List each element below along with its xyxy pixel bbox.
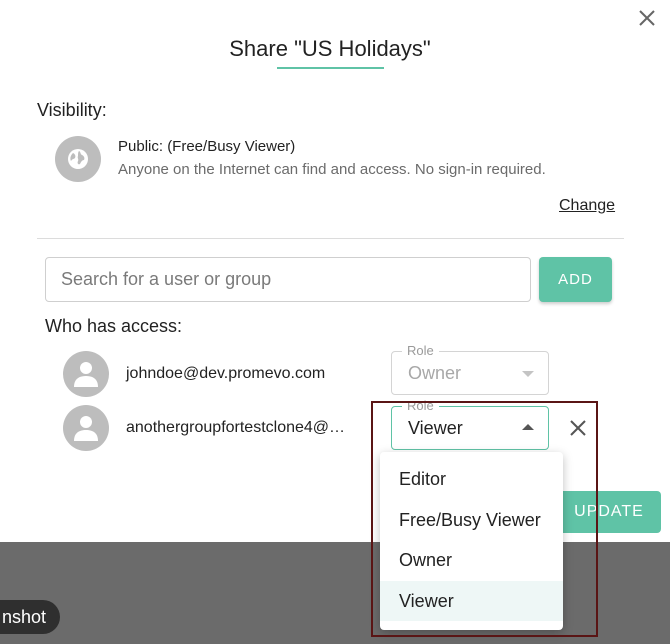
role-option-editor[interactable]: Editor [380, 459, 563, 500]
dialog-title: Share "US Holidays" [229, 36, 431, 61]
person-icon [74, 362, 98, 387]
close-icon[interactable] [636, 7, 658, 29]
visibility-title: Public: (Free/Busy Viewer) [118, 138, 296, 155]
role-option-viewer[interactable]: Viewer [380, 580, 563, 621]
avatar [63, 351, 109, 397]
role-option-owner[interactable]: Owner [380, 540, 563, 581]
page-backdrop [0, 542, 670, 644]
role-value: Owner [408, 363, 462, 383]
globe-icon [55, 136, 101, 182]
visibility-description: Anyone on the Internet can find and acce… [118, 161, 546, 178]
role-select[interactable]: Role Viewer [391, 398, 549, 450]
search-input[interactable] [45, 257, 531, 302]
role-field-label: Role [402, 343, 439, 358]
caret-down-icon [522, 371, 534, 377]
avatar [63, 405, 109, 451]
section-divider [37, 238, 624, 239]
role-option-free-busy-viewer[interactable]: Free/Busy Viewer [380, 500, 563, 541]
title-underline [277, 67, 384, 69]
visibility-label: Visibility: [37, 100, 107, 120]
change-visibility-link[interactable]: Change [559, 197, 615, 215]
screenshot-button[interactable]: nshot [0, 600, 61, 634]
update-button[interactable]: UPDATE [557, 491, 661, 533]
role-select-disabled: Role Owner [391, 343, 549, 395]
user-email: anothergroupfortestclone4@… [126, 419, 346, 436]
person-icon [74, 416, 98, 441]
user-email: johndoe@dev.promevo.com [126, 365, 326, 382]
who-has-access-label: Who has access: [45, 316, 183, 336]
role-dropdown-menu: Editor Free/Busy Viewer Owner Viewer [380, 452, 563, 630]
role-field-label: Role [402, 398, 439, 413]
role-value: Viewer [408, 418, 463, 438]
share-dialog: Share "US Holidays" Visibility: Public: … [0, 0, 670, 542]
caret-up-icon [522, 424, 534, 430]
add-button[interactable]: ADD [539, 257, 612, 302]
close-icon[interactable] [569, 419, 587, 437]
